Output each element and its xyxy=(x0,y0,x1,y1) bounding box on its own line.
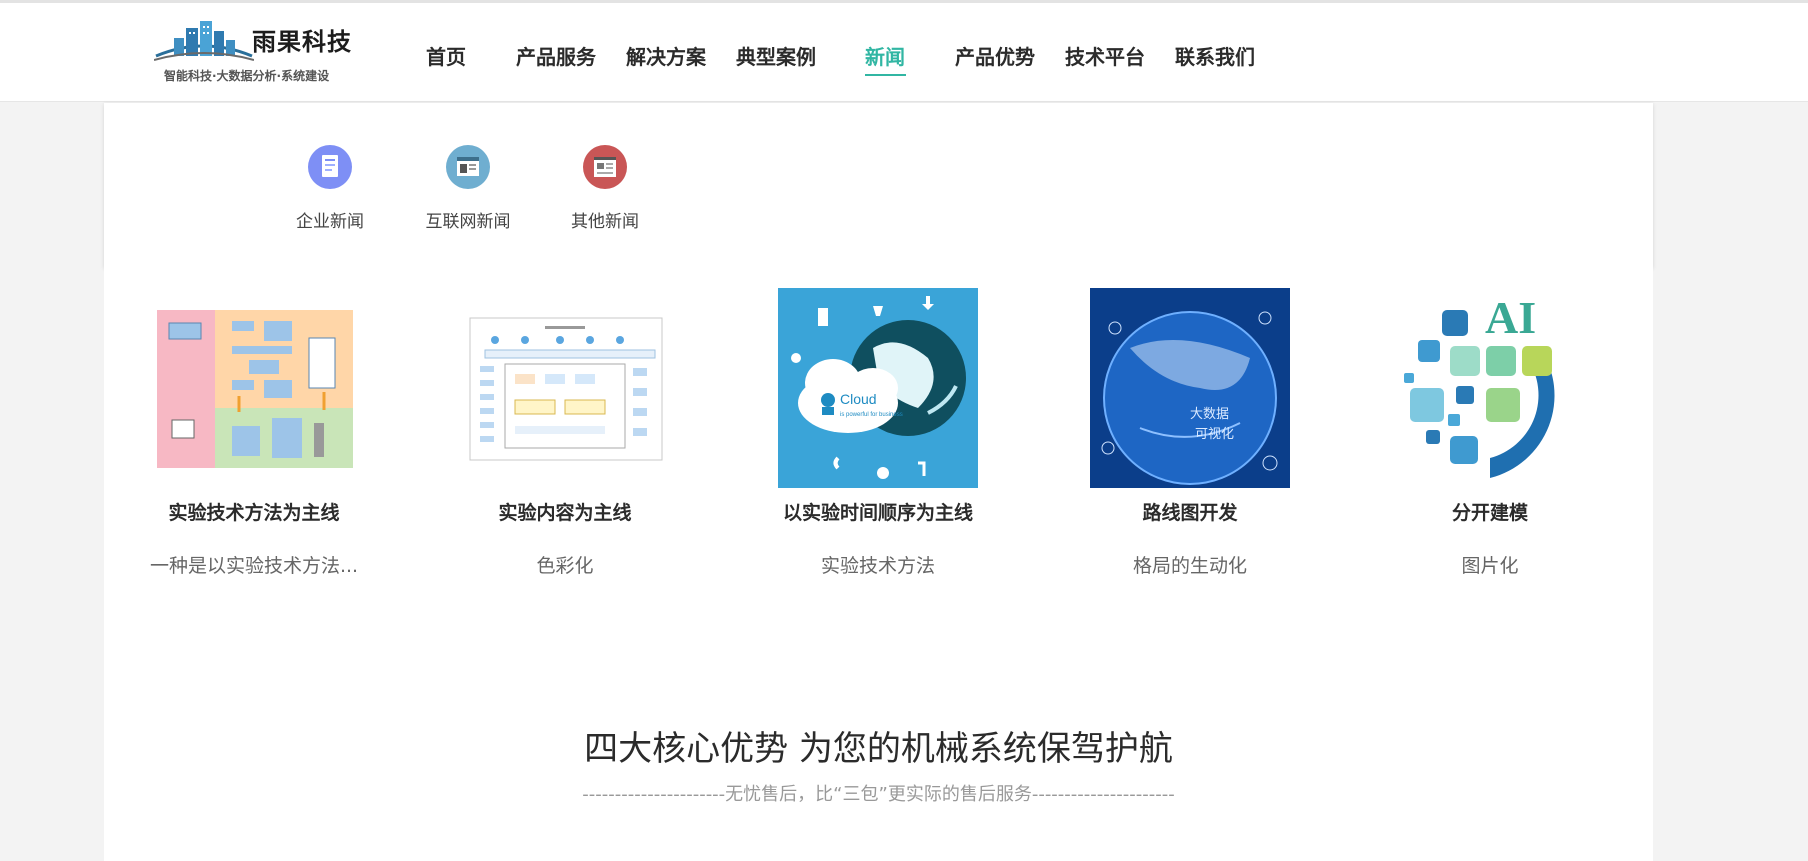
document-icon xyxy=(308,145,352,189)
category-enterprise-news[interactable]: 企业新闻 xyxy=(260,145,400,232)
nav-home[interactable]: 首页 xyxy=(426,41,466,70)
ai-logo-image: AI xyxy=(1390,288,1590,488)
cloud-text: Cloud xyxy=(840,391,877,407)
news-card[interactable]: 实验内容为主线 色彩化 xyxy=(445,288,685,578)
nav-tech-platform[interactable]: 技术平台 xyxy=(1065,41,1145,70)
card-title: 分开建模 xyxy=(1451,502,1528,524)
cloud-globe-image: Cloud is powerful for business xyxy=(778,288,978,488)
card-description: 格局的生动化 xyxy=(1132,555,1247,577)
ai-text: AI xyxy=(1485,292,1536,343)
card-description: 图片化 xyxy=(1461,555,1519,577)
card-title: 以实验时间顺序为主线 xyxy=(782,502,973,524)
nav-advantages[interactable]: 产品优势 xyxy=(955,41,1035,70)
system-diagram-image xyxy=(465,288,665,488)
newspaper-icon xyxy=(583,145,627,189)
nav-products[interactable]: 产品服务 xyxy=(516,41,596,70)
advantages-subtitle: ----------------------无忧售后，比“三包”更实际的售后服务… xyxy=(582,784,1175,805)
main-nav: 首页 产品服务 解决方案 典型案例 新闻 产品优势 技术平台 联系我们 xyxy=(0,3,1808,101)
nav-active-indicator xyxy=(865,74,906,76)
card-title: 路线图开发 xyxy=(1142,502,1238,524)
card-title: 实验技术方法为主线 xyxy=(168,502,340,524)
card-title: 实验内容为主线 xyxy=(498,502,632,524)
main-content: 实验技术方法为主线 一种是以实验技术方法... 实验内容为主线 色彩化 Clou… xyxy=(104,268,1653,861)
cloud-subtext: is powerful for business xyxy=(840,412,903,418)
card-description: 一种是以实验技术方法... xyxy=(149,555,359,577)
globe-text-1: 大数据 xyxy=(1190,406,1229,421)
category-label: 其他新闻 xyxy=(571,212,639,232)
flowchart-diagram-image xyxy=(154,288,354,488)
news-card[interactable]: 大数据 可视化 路线图开发 格局的生动化 xyxy=(1070,288,1310,578)
category-label: 互联网新闻 xyxy=(425,212,511,232)
nav-news[interactable]: 新闻 xyxy=(865,41,905,70)
category-label: 企业新闻 xyxy=(296,212,364,232)
big-data-globe-image: 大数据 可视化 xyxy=(1090,288,1290,488)
news-card[interactable]: 实验技术方法为主线 一种是以实验技术方法... xyxy=(134,288,374,578)
globe-text-2: 可视化 xyxy=(1195,426,1234,441)
card-description: 实验技术方法 xyxy=(820,555,935,577)
nav-cases[interactable]: 典型案例 xyxy=(736,41,816,70)
nav-contact[interactable]: 联系我们 xyxy=(1175,41,1255,70)
news-card[interactable]: Cloud is powerful for business 以实验时间顺序为主… xyxy=(758,288,998,578)
site-header: 雨果科技 智能科技·大数据分析·系统建设 首页 产品服务 解决方案 典型案例 新… xyxy=(0,3,1808,102)
category-other-news[interactable]: 其他新闻 xyxy=(535,145,675,232)
category-internet-news[interactable]: 互联网新闻 xyxy=(398,145,538,232)
news-category-panel: 企业新闻 互联网新闻 其他新闻 xyxy=(104,103,1653,268)
browser-window-icon xyxy=(446,145,490,189)
card-description: 色彩化 xyxy=(536,555,594,577)
nav-solutions[interactable]: 解决方案 xyxy=(626,41,706,70)
news-card[interactable]: AI 分开建模 图片化 xyxy=(1370,288,1610,578)
advantages-title: 四大核心优势 为您的机械系统保驾护航 xyxy=(584,729,1173,769)
